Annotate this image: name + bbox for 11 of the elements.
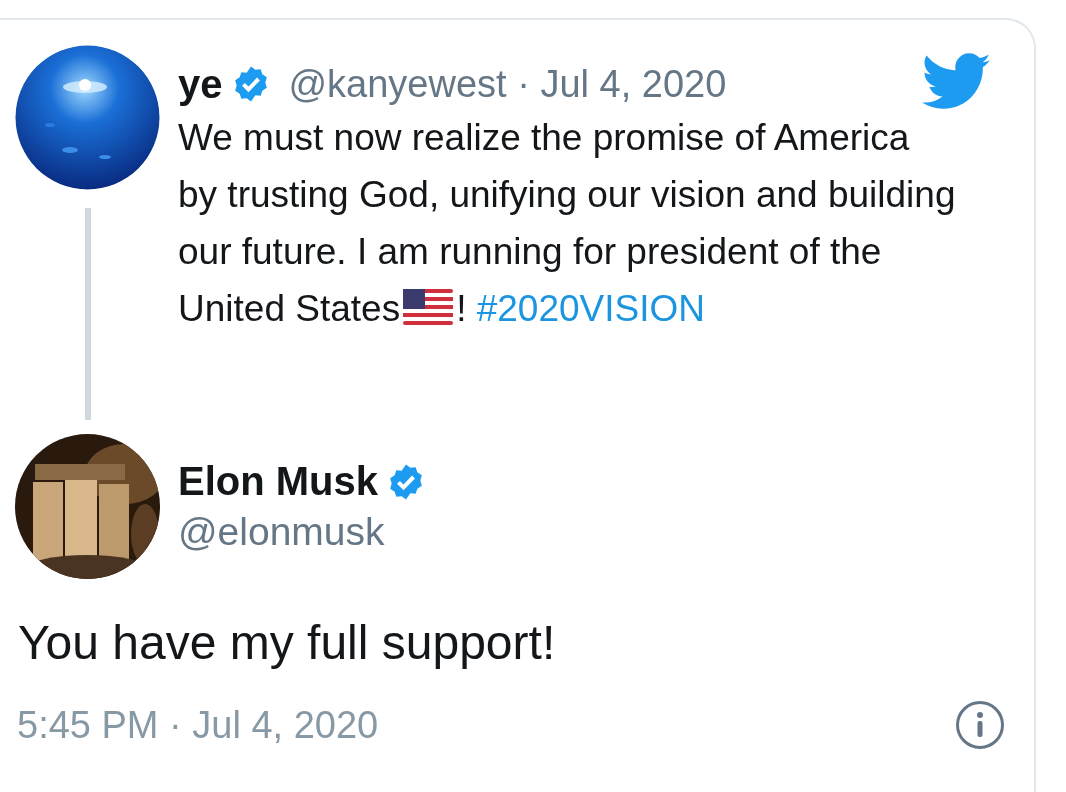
timestamp: 5:45 PM · Jul 4, 2020 (17, 703, 379, 747)
hashtag-link[interactable]: #2020VISION (476, 288, 705, 329)
tweet-text: You have my full support! (18, 615, 557, 670)
author-handle: @elonmusk (178, 510, 386, 554)
author-name: ye (178, 61, 223, 107)
tweet-text: We must now realize the promise of America by trusting God, unifying our vision and building our future. I am running for president of the United States ! #2020VISION (178, 116, 957, 331)
flag-icon (403, 289, 454, 325)
author-handle: @kanyewest · Jul 4, 2020 (288, 62, 727, 106)
bird-icon (922, 53, 992, 111)
info-icon[interactable] (955, 700, 1005, 750)
author-name: Elon Musk (178, 459, 379, 504)
